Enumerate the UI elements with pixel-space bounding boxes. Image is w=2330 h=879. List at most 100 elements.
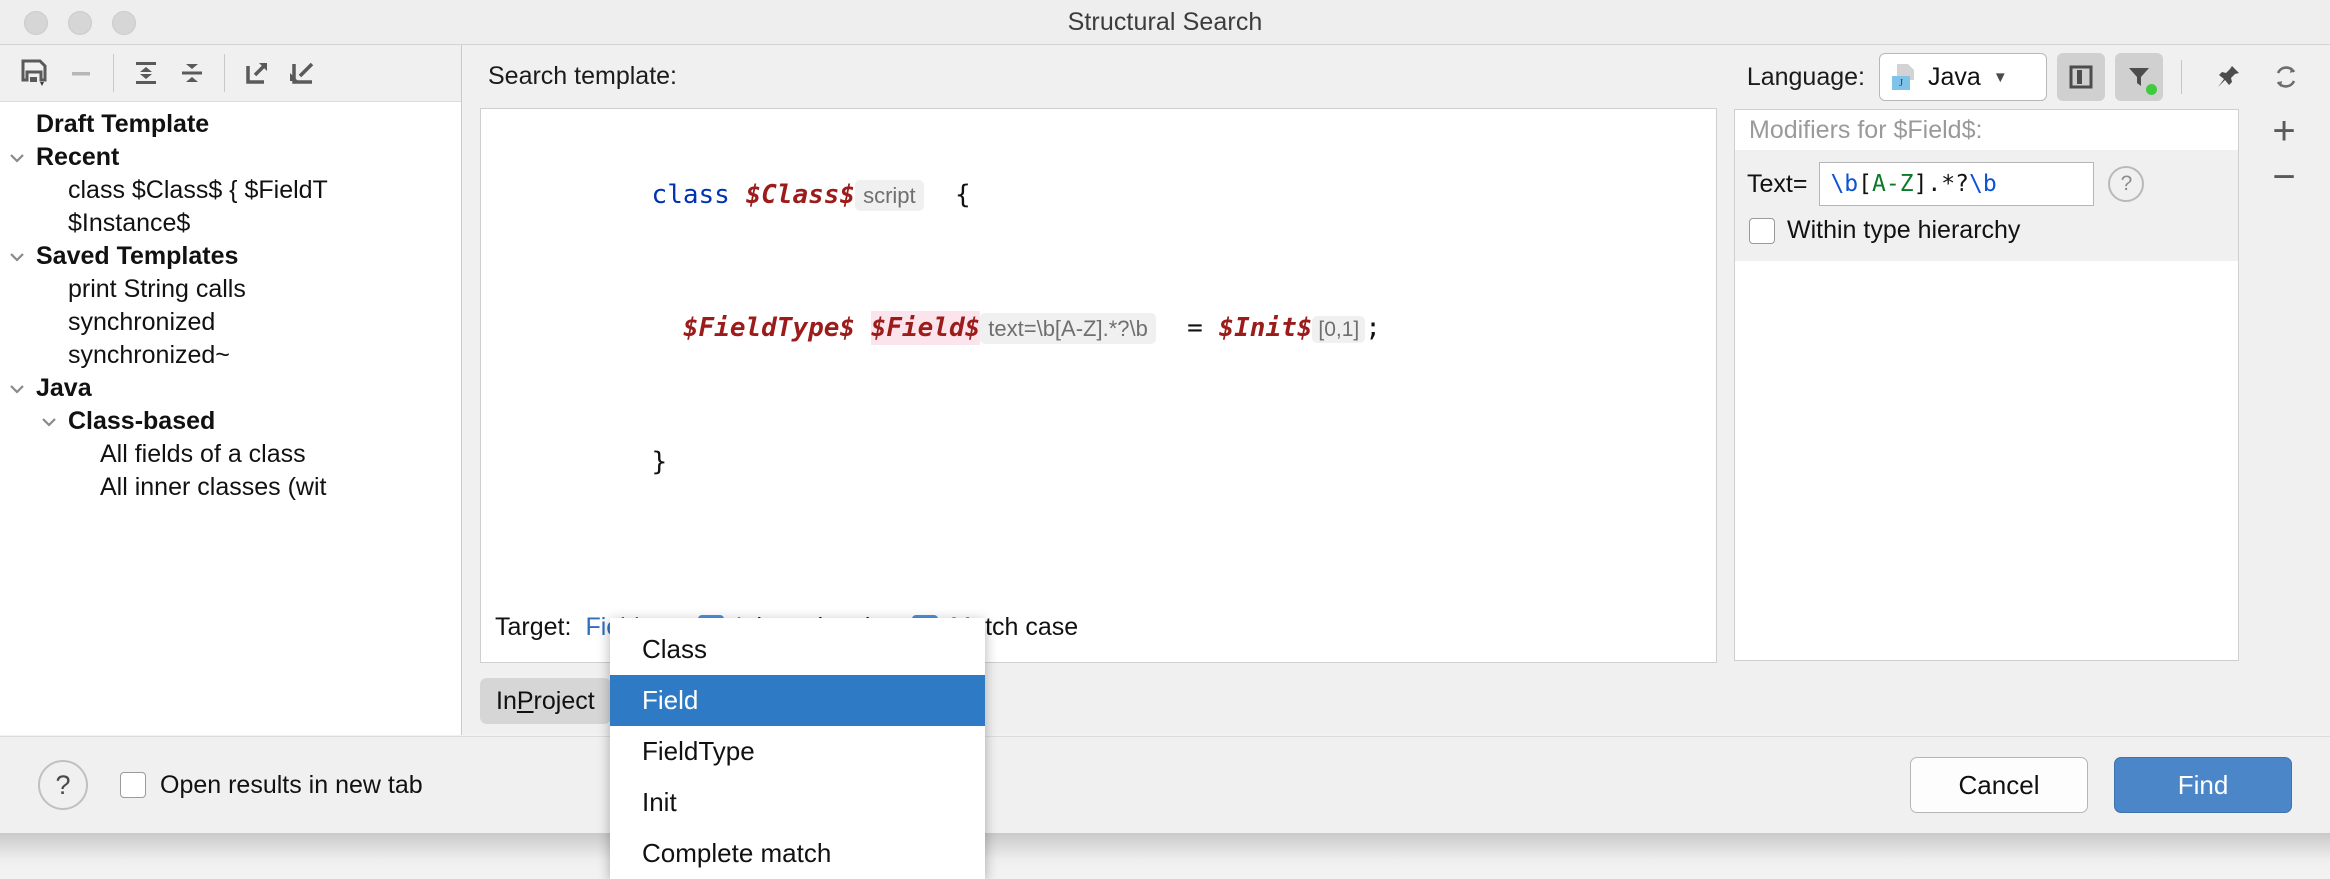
tree-node-label: Recent <box>36 143 119 172</box>
tree-node-label: $Instance$ <box>68 209 190 238</box>
find-button[interactable]: Find <box>2114 757 2292 813</box>
tree-node-all-inner-classes[interactable]: All inner classes (wit <box>0 471 461 504</box>
filter-icon[interactable] <box>2115 53 2163 101</box>
menu-item-class[interactable]: Class <box>610 624 985 675</box>
remove-filter-icon[interactable]: − <box>2261 154 2307 200</box>
modifiers-panel: Modifiers for $Field$: Text= \b[A-Z].*?\… <box>1717 108 2330 663</box>
chevron-down-icon: ▼ <box>1993 69 2008 86</box>
modifiers-text-label: Text= <box>1747 170 1807 199</box>
code-equals: = <box>1187 313 1203 343</box>
chevron-down-icon[interactable] <box>4 379 30 399</box>
save-template-icon[interactable] <box>12 50 58 96</box>
code-close-brace: } <box>652 447 668 477</box>
tree-node-label: All inner classes (wit <box>100 473 326 502</box>
modifiers-box: Modifiers for $Field$: Text= \b[A-Z].*?\… <box>1734 109 2239 661</box>
tree-node-saved-templates[interactable]: Saved Templates <box>0 240 461 273</box>
help-icon[interactable]: ? <box>2108 166 2144 202</box>
add-filter-icon[interactable]: + <box>2261 108 2307 154</box>
tree-node-synchronized[interactable]: synchronized <box>0 306 461 339</box>
collapse-all-icon[interactable] <box>169 50 215 96</box>
close-button[interactable] <box>24 11 48 35</box>
scope-accelerator: P <box>517 687 534 716</box>
tree-node-recent-instance[interactable]: $Instance$ <box>0 207 461 240</box>
pin-icon[interactable] <box>2204 53 2252 101</box>
templates-toolbar <box>0 45 461 102</box>
code-var-class: $Class$ <box>745 180 855 210</box>
toolbar-separator-3 <box>2181 60 2182 94</box>
tree-node-draft-template[interactable]: Draft Template <box>0 108 461 141</box>
regex-token-5: \b <box>1969 171 1997 197</box>
modifiers-side-buttons: + − <box>2252 108 2316 200</box>
scope-suffix: roject <box>534 687 595 716</box>
regex-token-2: A-Z <box>1872 171 1914 197</box>
tree-node-label: print String calls <box>68 275 246 304</box>
code-chip-field-text-filter[interactable]: text=\b[A-Z].*?\b <box>980 313 1156 344</box>
export-icon[interactable] <box>234 50 280 96</box>
chevron-down-icon[interactable] <box>4 247 30 267</box>
menu-item-init[interactable]: Init <box>610 777 985 828</box>
templates-tree[interactable]: Draft Template Recent class $Class$ { $F… <box>0 102 461 504</box>
search-template-editor[interactable]: class $Class$script { $FieldType$ $Field… <box>480 108 1717 663</box>
templates-panel: Draft Template Recent class $Class$ { $F… <box>0 45 462 735</box>
within-type-hierarchy-row[interactable]: Within type hierarchy <box>1735 216 2238 245</box>
within-type-hierarchy-checkbox[interactable] <box>1749 218 1775 244</box>
code-line-2: $FieldType$ $Field$text=\b[A-Z].*?\b = $… <box>481 262 1716 396</box>
expand-all-icon[interactable] <box>123 50 169 96</box>
modifiers-text-input[interactable]: \b[A-Z].*?\b <box>1819 162 2094 206</box>
code-chip-init-count[interactable]: [0,1] <box>1312 316 1365 343</box>
code-chip-script[interactable]: script <box>855 180 924 211</box>
editor-row: class $Class$script { $FieldType$ $Field… <box>463 108 2330 663</box>
tree-node-label: synchronized~ <box>68 341 230 370</box>
window-titlebar: Structural Search <box>0 0 2330 45</box>
code-line-3: } <box>481 396 1716 528</box>
import-icon[interactable] <box>280 50 326 96</box>
menu-item-complete-match[interactable]: Complete match <box>610 828 985 879</box>
chevron-down-icon[interactable] <box>36 412 62 432</box>
open-results-checkbox[interactable] <box>120 772 146 798</box>
tree-node-all-fields-of-a-class[interactable]: All fields of a class <box>0 438 461 471</box>
tree-node-recent[interactable]: Recent <box>0 141 461 174</box>
tree-node-label: Java <box>36 374 92 403</box>
toolbar-separator-1 <box>113 54 114 92</box>
footer-shadow <box>0 833 2330 871</box>
toggle-filter-panel-icon[interactable] <box>2057 53 2105 101</box>
tree-node-label: class $Class$ { $FieldT <box>68 176 328 205</box>
target-dropdown-menu[interactable]: Class Field FieldType Init Complete matc… <box>610 618 985 879</box>
language-combobox[interactable]: J Java ▼ <box>1879 53 2047 101</box>
tree-node-recent-class-template[interactable]: class $Class$ { $FieldT <box>0 174 461 207</box>
code-open-brace: { <box>955 180 971 210</box>
chevron-down-icon[interactable] <box>4 148 30 168</box>
tree-node-label: Draft Template <box>36 110 209 139</box>
tree-node-label: Class-based <box>68 407 215 436</box>
menu-item-fieldtype[interactable]: FieldType <box>610 726 985 777</box>
code-keyword-class: class <box>652 180 730 210</box>
dialog-content: Draft Template Recent class $Class$ { $F… <box>0 45 2330 735</box>
template-header: Search template: Language: J Java ▼ <box>463 45 2330 108</box>
scope-selector-chip[interactable]: In Project <box>480 678 611 724</box>
remove-template-icon[interactable] <box>58 50 104 96</box>
menu-item-field[interactable]: Field <box>610 675 985 726</box>
zoom-button[interactable] <box>112 11 136 35</box>
window-controls[interactable] <box>24 11 136 35</box>
tree-node-label: synchronized <box>68 308 215 337</box>
tree-node-print-string-calls[interactable]: print String calls <box>0 273 461 306</box>
tree-node-label: Saved Templates <box>36 242 238 271</box>
regex-token-4: .*? <box>1927 171 1969 197</box>
tree-node-class-based[interactable]: Class-based <box>0 405 461 438</box>
code-semicolon: ; <box>1365 313 1381 343</box>
code-var-fieldtype: $FieldType$ <box>683 313 855 343</box>
java-file-icon: J <box>1892 64 1918 90</box>
scope-prefix: In <box>496 687 517 716</box>
code-var-field: $Field$ <box>871 311 981 345</box>
tree-node-java[interactable]: Java <box>0 372 461 405</box>
code-var-init: $Init$ <box>1218 313 1312 343</box>
tree-node-synchronized-alt[interactable]: synchronized~ <box>0 339 461 372</box>
help-icon[interactable]: ? <box>38 760 88 810</box>
open-results-in-new-tab-option[interactable]: Open results in new tab <box>120 771 423 800</box>
within-type-hierarchy-label: Within type hierarchy <box>1787 216 2020 245</box>
reset-icon[interactable] <box>2262 53 2310 101</box>
cancel-button[interactable]: Cancel <box>1910 757 2088 813</box>
target-label: Target: <box>495 613 571 642</box>
search-template-label: Search template: <box>488 62 677 91</box>
minimize-button[interactable] <box>68 11 92 35</box>
